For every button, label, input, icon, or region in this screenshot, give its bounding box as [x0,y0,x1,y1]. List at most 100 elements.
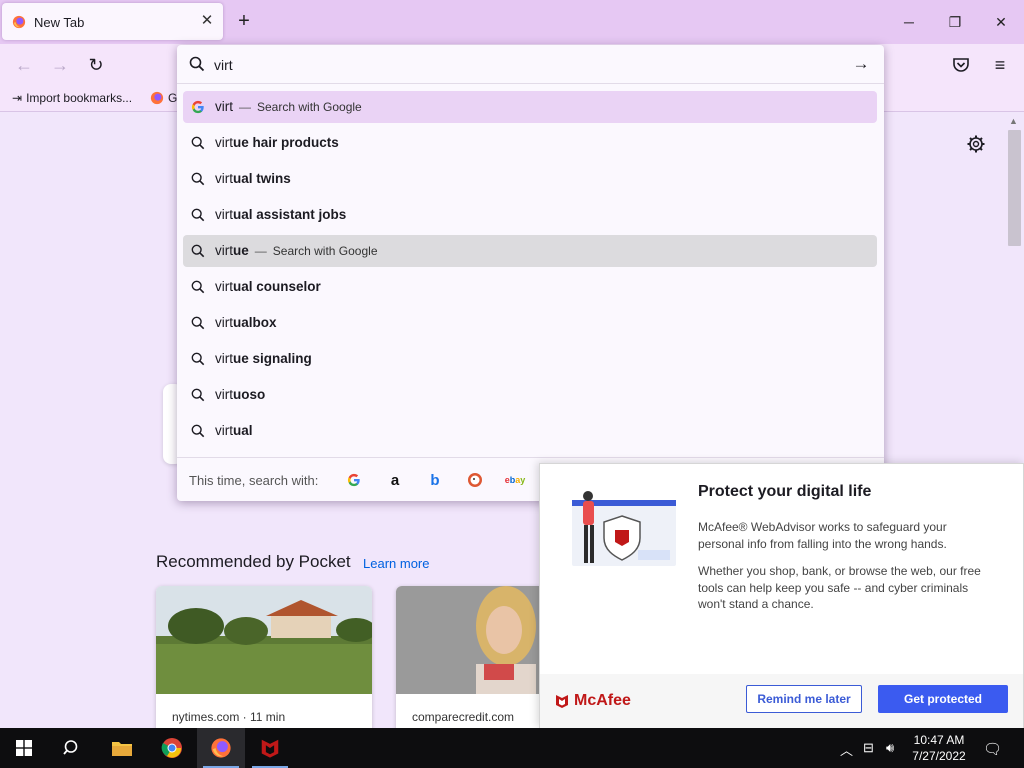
google-icon[interactable] [344,470,364,490]
suggestion-completion: ue hair products [233,135,339,150]
back-icon[interactable]: ← [12,53,36,77]
suggestion-separator: — [254,244,267,258]
suggestion-row[interactable]: virtualbox [183,307,877,339]
suggestion-completion: ue signaling [233,351,312,366]
suggestion-completion: ual counselor [233,279,321,294]
one-off-label: This time, search with: [189,473,319,488]
search-icon [189,56,205,72]
go-arrow-icon[interactable]: → [851,54,871,74]
windows-start-icon[interactable] [0,728,48,768]
suggestion-typed: virt [215,99,233,114]
suggestion-engine-label: Search with Google [257,100,362,114]
suggestion-typed: virt [215,135,233,150]
ebay-icon[interactable]: ebay [505,470,526,490]
remind-me-later-button[interactable]: Remind me later [746,685,862,713]
suggestion-text: virtual assistant jobs [215,207,346,222]
suggestion-separator: — [239,100,251,114]
search-icon [191,388,205,402]
suggestion-typed: virt [215,207,233,222]
suggestion-row[interactable]: virtuoso [183,379,877,411]
suggestion-completion: uoso [233,387,266,402]
suggestion-typed: virt [215,279,233,294]
reload-icon[interactable]: ↻ [84,53,108,77]
suggestion-typed: virt [215,243,233,258]
volume-icon[interactable]: 🔊︎ [886,740,894,756]
system-clock[interactable]: 10:47 AM 7/27/2022 [906,732,972,764]
mcafee-logo: McAfee [554,692,631,710]
search-icon [191,172,205,186]
clock-time: 10:47 AM [913,733,965,747]
notifications-icon[interactable]: 🗨︎ [983,740,1002,758]
suggestion-row[interactable]: virtual [183,415,877,447]
pocket-icon[interactable] [952,56,970,74]
mcafee-paragraph-2: Whether you shop, bank, or browse the we… [698,564,981,611]
suggestion-row[interactable]: virtual twins [183,163,877,195]
suggestion-typed: virt [215,171,233,186]
file-explorer-icon[interactable] [98,728,146,768]
suggestion-text: virtuoso [215,387,265,402]
minimize-icon[interactable]: ─ [896,10,922,34]
bing-icon[interactable]: b [425,470,445,490]
taskbar: ︿ ⊟ 🔊︎ 10:47 AM 7/27/2022 🗨︎ [0,728,1024,768]
network-icon[interactable]: ⊟ [863,740,874,756]
new-tab-button[interactable]: + [233,10,255,32]
suggestion-row[interactable]: virtue hair products [183,127,877,159]
suggestion-engine-label: Search with Google [272,244,378,258]
suggestion-completion: ualbox [233,315,277,330]
chrome-icon[interactable] [148,728,196,768]
suggestion-row[interactable]: virtue signaling [183,343,877,375]
url-input[interactable] [214,54,834,76]
suggestion-text: virtue — Search with Google [215,243,378,258]
search-icon [191,352,205,366]
scroll-up-icon[interactable]: ▲ [1009,116,1018,126]
suggestion-row[interactable]: virtual counselor [183,271,877,303]
suggestion-text: virtual counselor [215,279,321,294]
pocket-card-source: nytimes.com · 11 min [172,710,286,724]
suggestion-typed: virt [215,387,233,402]
search-icon [191,208,205,222]
suggestion-text: virt — Search with Google [215,99,362,114]
tab-new-tab[interactable]: New Tab ✕ [2,3,223,40]
menu-icon[interactable]: ≡ [988,53,1012,77]
suggestion-text: virtual [215,423,253,438]
close-window-icon[interactable]: ✕ [988,10,1014,34]
suggestion-completion: ual twins [233,171,291,186]
suggestion-row[interactable]: virt — Search with Google [183,91,877,123]
mcafee-taskbar-icon[interactable] [246,728,294,768]
suggestion-typed: virt [215,423,233,438]
chevron-up-icon[interactable]: ︿ [840,740,853,759]
forward-icon[interactable]: → [48,53,72,77]
pocket-card-image [156,586,372,694]
get-protected-button[interactable]: Get protected [878,685,1008,713]
pocket-card-1[interactable]: nytimes.com · 11 min [156,586,372,728]
scrollbar-thumb[interactable] [1008,130,1021,246]
mcafee-logo-text: McAfee [574,692,631,709]
firefox-taskbar-icon[interactable] [197,728,245,768]
duckduckgo-icon[interactable] [465,470,485,490]
gear-icon[interactable] [966,134,986,154]
learn-more-link[interactable]: Learn more [363,556,429,571]
import-icon: ⇥ [12,91,23,105]
import-bookmarks-item[interactable]: ⇥ Import bookmarks... [12,91,132,105]
search-icon [191,244,205,258]
tab-strip: New Tab ✕ + ─ ❐ ✕ [0,0,1024,44]
suggestion-typed: virt [215,351,233,366]
suggestion-row[interactable]: virtue — Search with Google [183,235,877,267]
tab-title: New Tab [34,15,85,30]
suggestion-text: virtual twins [215,171,291,186]
restore-icon[interactable]: ❐ [942,10,968,34]
suggestion-text: virtue hair products [215,135,339,150]
pocket-heading: Recommended by Pocket [156,552,351,571]
mcafee-paragraph-1: McAfee® WebAdvisor works to safeguard yo… [698,520,947,551]
search-icon [191,424,205,438]
amazon-icon[interactable]: a [385,470,405,490]
suggestion-typed: virt [215,315,233,330]
urlbar-dropdown: → virt—Search with Googlevirtue hair pro… [177,45,884,501]
suggestion-row[interactable]: virtual assistant jobs [183,199,877,231]
search-icon [191,136,205,150]
bookmark-item-2[interactable]: G [150,91,177,105]
mcafee-shield-icon [556,695,568,708]
search-icon[interactable] [48,728,96,768]
bookmark-item-2-label: G [168,91,178,105]
close-tab-icon[interactable]: ✕ [198,12,216,30]
